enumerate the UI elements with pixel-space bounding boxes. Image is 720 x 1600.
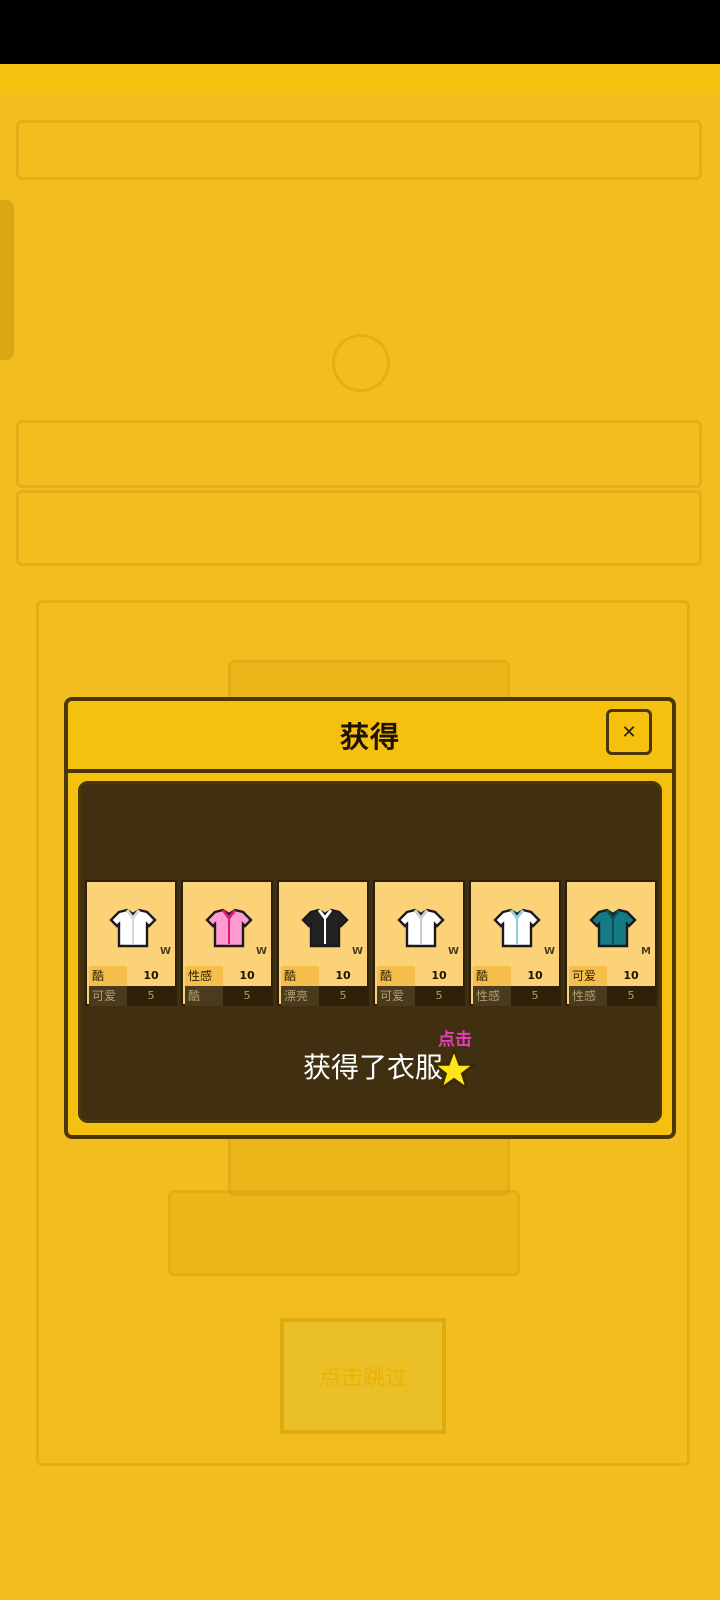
secondary-stat: 酷5: [185, 986, 271, 1006]
stat-label: 漂亮: [281, 986, 319, 1006]
shirt-icon: [109, 908, 157, 948]
shirt-icon: [205, 908, 253, 948]
star-icon[interactable]: [432, 1048, 476, 1092]
stat-value: 5: [627, 989, 635, 1002]
secondary-stat: 性感 5: [569, 986, 655, 1006]
close-button[interactable]: ✕: [606, 709, 652, 755]
stat-label: 性感: [569, 986, 607, 1006]
status-bar: [0, 0, 720, 64]
stat-value: 5: [531, 989, 539, 1002]
stat-value: 5: [435, 989, 443, 1002]
shirt-icon: [301, 908, 349, 948]
primary-stat: 酷 10: [377, 966, 463, 986]
stat-value: 5: [243, 989, 251, 1002]
top-band: [0, 64, 720, 94]
background-stand: [168, 1190, 520, 1276]
stat-value: 5: [147, 989, 155, 1002]
item-card[interactable]: W 酷 10 漂亮 5: [277, 880, 369, 1006]
skip-button[interactable]: 点击跳过: [280, 1318, 446, 1434]
stat-label: 可爱: [89, 986, 127, 1006]
stat-label: 性感: [185, 966, 223, 986]
item-gender-tag: W: [351, 946, 363, 957]
secondary-stat: 可爱 5: [377, 986, 463, 1006]
background-header-bar: [16, 420, 702, 488]
item-card[interactable]: M 可爱 10 性感 5: [565, 880, 657, 1006]
stat-value: 10: [239, 969, 255, 982]
reward-panel: W 酷 10 可爱 5 W 性感 10 酷 5 W 酷 10 漂亮 5 W 酷 10 可爱 5 W 酷 10 性感 5 M 可爱 10…: [78, 781, 662, 1123]
stat-label: 性感: [473, 986, 511, 1006]
item-gender-tag: M: [641, 946, 651, 957]
item-gender-tag: W: [255, 946, 267, 957]
item-card[interactable]: W 性感 10 酷 5: [181, 880, 273, 1006]
background-tabs: [16, 490, 702, 566]
item-gender-tag: W: [543, 946, 555, 957]
primary-stat: 酷 10: [89, 966, 175, 986]
dialog-header: 获得 ✕: [68, 701, 672, 773]
item-gender-tag: W: [447, 946, 459, 957]
stat-value: 10: [623, 969, 639, 982]
background-top-bar: [16, 120, 702, 180]
item-card[interactable]: W 酷 10 可爱 5: [373, 880, 465, 1006]
primary-stat: 性感 10: [185, 966, 271, 986]
stat-label: 酷: [473, 966, 511, 986]
stat-label: 酷: [89, 966, 127, 986]
stat-value: 10: [335, 969, 351, 982]
stat-label: 可爱: [377, 986, 415, 1006]
shirt-icon: [397, 908, 445, 948]
stat-value: 10: [527, 969, 543, 982]
item-list: W 酷 10 可爱 5 W 性感 10 酷 5 W 酷 10 漂亮 5 W 酷 10 可爱 5 W 酷 10 性感 5 M 可爱 10…: [85, 880, 659, 1006]
secondary-stat: 性感 5: [473, 986, 559, 1006]
primary-stat: 酷 10: [473, 966, 559, 986]
reward-message[interactable]: 获得了衣服: [81, 1046, 665, 1086]
primary-stat: 酷 10: [281, 966, 367, 986]
item-gender-tag: W: [159, 946, 171, 957]
tap-hint: 点击: [438, 1030, 472, 1050]
secondary-stat: 漂亮 5: [281, 986, 367, 1006]
dialog-title: 获得: [339, 720, 400, 754]
shirt-icon: [493, 908, 541, 948]
secondary-stat: 可爱 5: [89, 986, 175, 1006]
stat-value: 10: [143, 969, 159, 982]
stat-value: 10: [431, 969, 447, 982]
stat-value: 5: [339, 989, 347, 1002]
item-card[interactable]: W 酷 10 可爱 5: [85, 880, 177, 1006]
item-card[interactable]: W 酷 10 性感 5: [469, 880, 561, 1006]
shirt-icon: [589, 908, 637, 948]
close-icon: ✕: [621, 721, 637, 743]
side-drawer-handle[interactable]: [0, 200, 14, 360]
background-coin-icon: [323, 325, 399, 401]
reward-dialog: 获得 ✕ W 酷 10 可爱 5 W 性感 10 酷 5 W 酷 10 漂亮 5 W 酷 10 可爱 5 W 酷 10 性感 5…: [64, 697, 676, 1139]
skip-button-label: 点击跳过: [318, 1366, 407, 1391]
stat-label: 酷: [377, 966, 415, 986]
primary-stat: 可爱 10: [569, 966, 655, 986]
stat-label: 可爱: [569, 966, 607, 986]
stat-label: 酷: [281, 966, 319, 986]
stat-label: 酷: [185, 986, 223, 1006]
